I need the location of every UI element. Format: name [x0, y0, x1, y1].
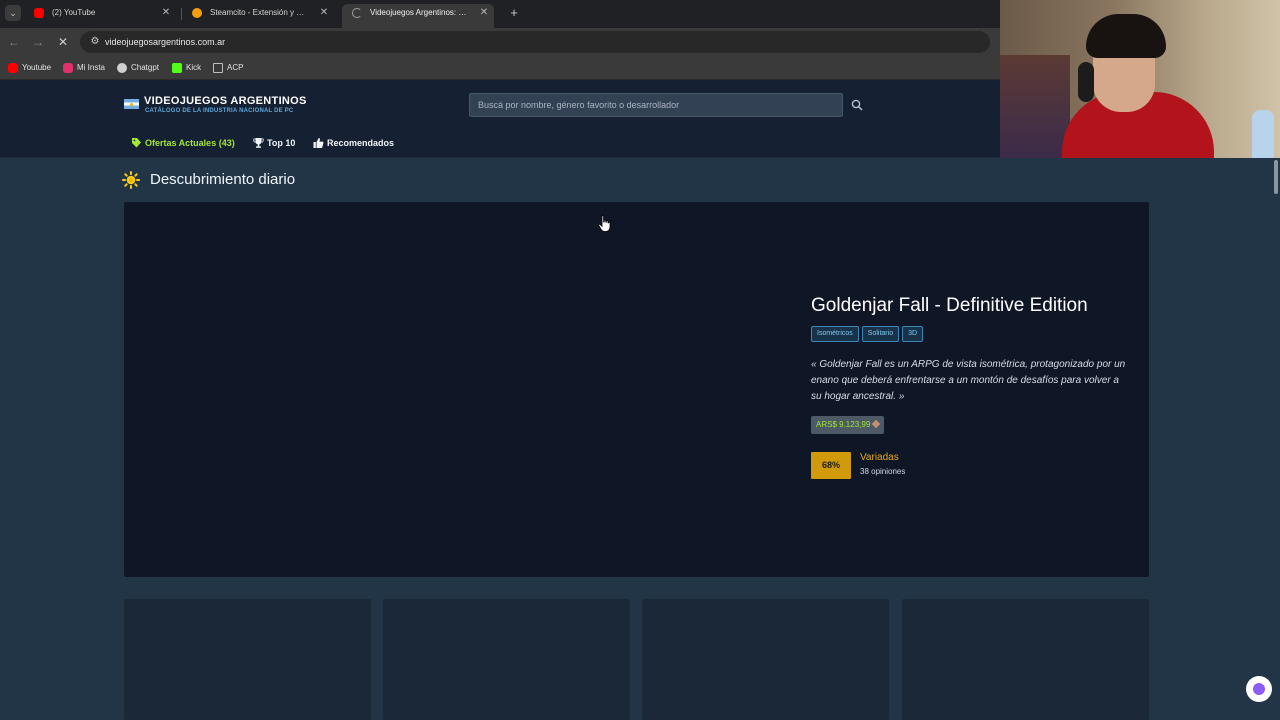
- tab-label: Videojuegos Argentinos: Descu: [370, 8, 470, 17]
- page-scrollbar[interactable]: [1272, 158, 1280, 720]
- tag-isometric[interactable]: Isométricos: [811, 326, 859, 342]
- bookmark-youtube[interactable]: Youtube: [8, 60, 51, 76]
- nav-label: Recomendados: [327, 138, 395, 148]
- game-card[interactable]: [642, 599, 889, 720]
- game-description: « Goldenjar Fall es un ARPG de vista iso…: [811, 359, 1126, 402]
- tab-videojuegos-argentinos[interactable]: Videojuegos Argentinos: Descu ✕: [342, 4, 494, 28]
- game-card[interactable]: [383, 599, 630, 720]
- bookmarks-bar: Youtube Mi Insta Chatgpt Kick ACP: [0, 56, 1000, 80]
- bookmark-kick[interactable]: Kick: [172, 60, 201, 76]
- search-input[interactable]: Buscá por nombre, género favorito o desa…: [469, 93, 843, 117]
- nav-label: Ofertas Actuales (43): [145, 138, 235, 148]
- sun-icon: [122, 171, 140, 189]
- game-tags: Isométricos Solitario 3D: [811, 326, 926, 342]
- hand-pointer-icon: [598, 215, 611, 232]
- search-icon[interactable]: [844, 93, 870, 117]
- price-badge[interactable]: ARS$ 9.123,99: [811, 416, 885, 434]
- instagram-icon: [63, 63, 73, 73]
- tab-youtube[interactable]: (2) YouTube ✕: [24, 4, 176, 28]
- tag-3d[interactable]: 3D: [902, 326, 924, 342]
- review-score-badge: 68%: [811, 452, 851, 479]
- bookmark-label: ACP: [227, 63, 244, 72]
- bookmark-label: Youtube: [22, 63, 52, 72]
- tab-steamcito[interactable]: Steamcito - Extensión y Calcula ✕: [182, 4, 334, 28]
- argentina-flag-icon[interactable]: [124, 99, 139, 109]
- chat-icon: [1253, 683, 1265, 695]
- chatgpt-icon: [117, 63, 127, 73]
- tab-label: Steamcito - Extensión y Calcula: [210, 8, 310, 17]
- price-tag-icon: [872, 419, 881, 429]
- site-logo-subtitle: CATÁLOGO DE LA INDUSTRIA NACIONAL DE PC: [145, 108, 294, 114]
- steamcito-icon: [192, 8, 202, 18]
- tab-search-button[interactable]: ⌄: [5, 5, 21, 21]
- folder-icon: [213, 63, 223, 73]
- site-logo-title[interactable]: VIDEOJUEGOS ARGENTINOS: [144, 95, 307, 107]
- loading-icon: [352, 8, 362, 18]
- price-text: ARS$ 9.123,99: [816, 420, 871, 429]
- forward-arrow-icon[interactable]: →: [30, 34, 46, 50]
- url-text: videojuegosargentinos.com.ar: [105, 37, 226, 47]
- game-card[interactable]: [124, 599, 371, 720]
- nav-label: Top 10: [267, 138, 296, 148]
- new-tab-button[interactable]: +: [506, 5, 522, 21]
- tag-icon: [132, 138, 141, 148]
- game-card[interactable]: [902, 599, 1149, 720]
- youtube-icon: [34, 8, 44, 18]
- webcam-overlay: [1000, 0, 1280, 158]
- site-info-icon[interactable]: ⚙: [88, 35, 102, 49]
- nav-top-10[interactable]: Top 10: [253, 136, 295, 150]
- bookmark-mi-insta[interactable]: Mi Insta: [63, 60, 105, 76]
- thumbs-up-icon: [313, 138, 324, 148]
- youtube-icon: [8, 63, 18, 73]
- close-tab-icon[interactable]: ✕: [478, 4, 490, 22]
- tab-label: (2) YouTube: [52, 8, 96, 17]
- scrollbar-thumb[interactable]: [1274, 160, 1278, 194]
- bookmark-label: Kick: [186, 63, 202, 72]
- nav-recommended[interactable]: Recomendados: [313, 136, 394, 150]
- game-title[interactable]: Goldenjar Fall - Definitive Edition: [811, 295, 1088, 317]
- section-title: Descubrimiento diario: [150, 171, 296, 188]
- close-tab-icon[interactable]: ✕: [160, 4, 172, 22]
- chat-widget-button[interactable]: [1246, 676, 1272, 702]
- close-tab-icon[interactable]: ✕: [318, 4, 330, 22]
- webcam-person-hair: [1086, 14, 1166, 58]
- featured-game-card[interactable]: Goldenjar Fall - Definitive Edition Isom…: [124, 202, 1149, 577]
- bookmark-label: Mi Insta: [77, 63, 106, 72]
- browser-toolbar: ← → ✕ ⚙ videojuegosargentinos.com.ar: [0, 28, 1000, 56]
- webcam-background: [1000, 55, 1070, 158]
- trophy-icon: [253, 138, 264, 148]
- browser-chrome: ⌄ (2) YouTube ✕ Steamcito - Extensión y …: [0, 0, 1000, 80]
- review-count: 38 opiniones: [860, 467, 906, 476]
- back-arrow-icon[interactable]: ←: [6, 34, 22, 50]
- bookmark-folder-acp[interactable]: ACP: [213, 60, 243, 76]
- nav-current-deals[interactable]: Ofertas Actuales (43): [131, 136, 235, 150]
- stop-loading-icon[interactable]: ✕: [55, 34, 71, 50]
- kick-icon: [172, 63, 182, 73]
- webcam-bottle: [1252, 110, 1274, 158]
- tag-single-player[interactable]: Solitario: [861, 326, 900, 342]
- review-verdict: Variadas: [860, 452, 899, 463]
- bookmark-label: Chatgpt: [131, 63, 160, 72]
- bookmark-chatgpt[interactable]: Chatgpt: [117, 60, 159, 76]
- tab-strip: ⌄ (2) YouTube ✕ Steamcito - Extensión y …: [0, 0, 1000, 28]
- headphones-icon: [1078, 62, 1094, 102]
- address-bar[interactable]: ⚙ videojuegosargentinos.com.ar: [80, 31, 990, 53]
